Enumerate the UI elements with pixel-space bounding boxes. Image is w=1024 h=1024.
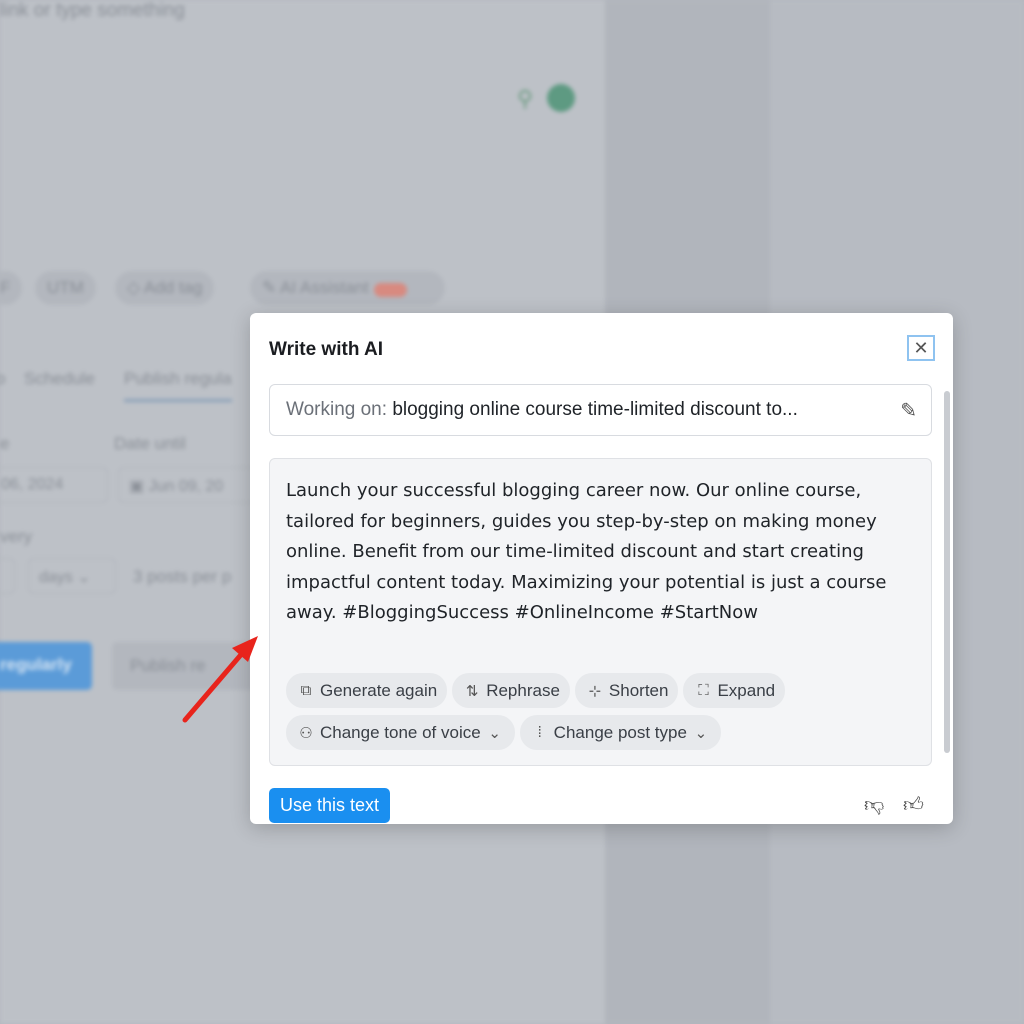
red-arrow-annotation: [182, 636, 258, 723]
arrow-shaft: [182, 647, 248, 723]
